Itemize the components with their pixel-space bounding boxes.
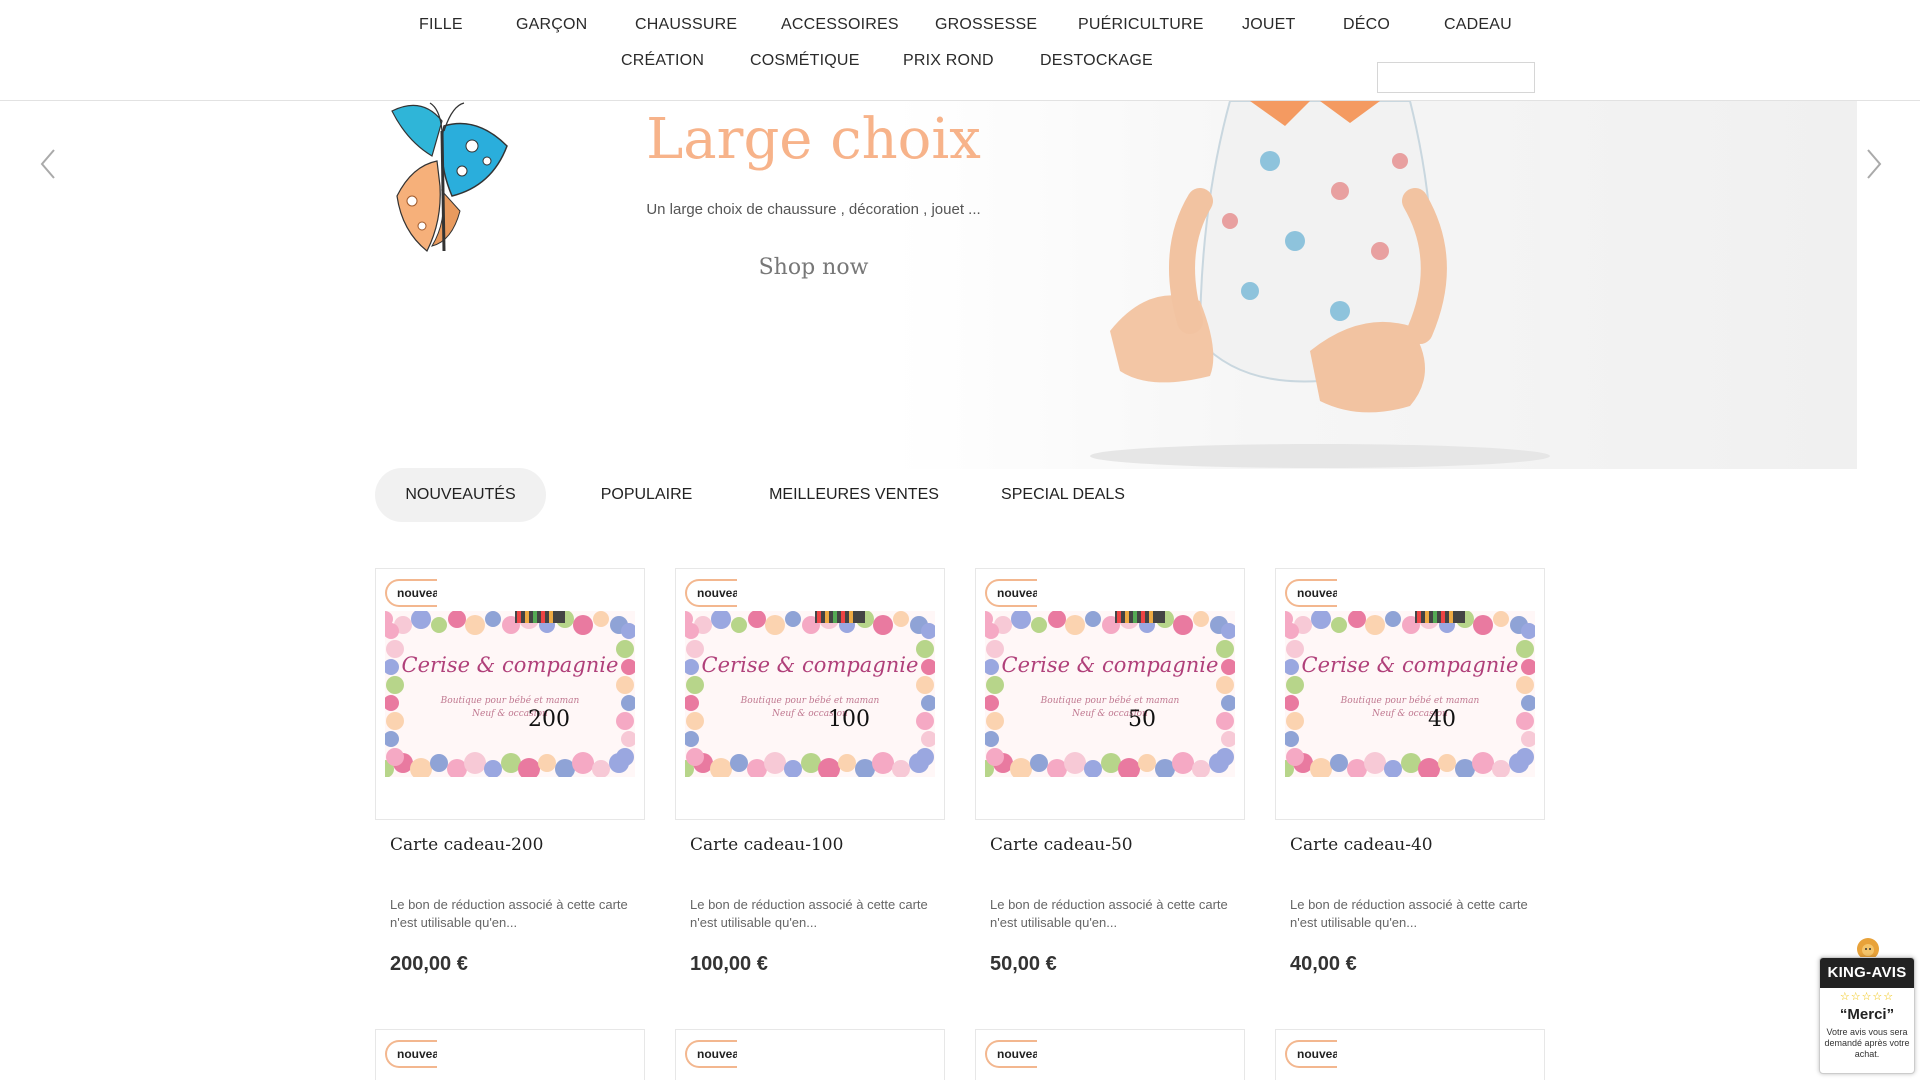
nav-item-jouet[interactable]: JOUET	[1242, 16, 1295, 34]
new-badge: nouveau	[685, 1040, 737, 1068]
gift-card-tagline-2: Neuf & occasion	[1072, 709, 1148, 719]
gift-card-amount: 100	[828, 707, 870, 732]
nav-item-destockage[interactable]: DESTOCKAGE	[1040, 52, 1153, 70]
gift-card-image: Cerise & compagnie Boutique pour bébé et…	[985, 611, 1235, 777]
tab-special-deals[interactable]: SPECIAL DEALS	[975, 468, 1151, 522]
product-card-row2-4[interactable]: nouveau	[1275, 1029, 1545, 1080]
nav-item-accessoires[interactable]: ACCESSOIRES	[781, 16, 899, 34]
floral-border-image	[985, 611, 1235, 777]
gift-card-tagline-2: Neuf & occasion	[772, 709, 848, 719]
hero-subtitle: Un large choix de chaussure , décoration…	[646, 201, 981, 218]
king-avis-widget[interactable]: KING-AVIS ☆☆☆☆☆ “Merci” Votre avis vous …	[1819, 957, 1915, 1074]
gift-card-image: Cerise & compagnie Boutique pour bébé et…	[685, 611, 935, 777]
new-badge: nouveau	[385, 579, 437, 607]
gift-card-image: Cerise & compagnie Boutique pour bébé et…	[385, 611, 635, 777]
gift-card-tagline: Boutique pour bébé et maman	[1340, 696, 1480, 706]
nav-item-cadeau[interactable]: CADEAU	[1444, 16, 1512, 34]
product-description: Le bon de réduction associé à cette cart…	[990, 897, 1228, 930]
nav-item-cosmetique[interactable]: COSMÉTIQUE	[750, 52, 860, 70]
new-badge: nouveau	[685, 579, 737, 607]
gift-card-tagline-2: Neuf & occasion	[1372, 709, 1448, 719]
gift-card-amount: 40	[1428, 707, 1456, 732]
new-badge: nouveau	[1285, 1040, 1337, 1068]
product-description: Le bon de réduction associé à cette cart…	[390, 897, 628, 930]
product-name[interactable]: Carte cadeau-100	[690, 835, 843, 855]
gift-card-tagline: Boutique pour bébé et maman	[1040, 696, 1180, 706]
product-card-row2-1[interactable]: nouveau	[375, 1029, 645, 1080]
new-badge: nouveau	[985, 579, 1037, 607]
rating-stars-icon: ☆☆☆☆☆	[1839, 991, 1895, 1003]
gift-card-amount: 50	[1128, 707, 1156, 732]
nav-item-chaussure[interactable]: CHAUSSURE	[635, 16, 737, 34]
new-badge: nouveau	[985, 1040, 1037, 1068]
gift-card-brand: Cerise & compagnie	[1001, 653, 1219, 677]
main-nav-row-1: FILLE GARÇON CHAUSSURE ACCESSOIRES GROSS…	[0, 16, 1920, 46]
product-price: 100,00 €	[690, 953, 768, 975]
chevron-left-icon[interactable]	[34, 144, 62, 184]
product-description: Le bon de réduction associé à cette cart…	[690, 897, 928, 930]
product-tabs: NOUVEAUTÉS POPULAIRE MEILLEURES VENTES S…	[375, 468, 1575, 522]
gift-card-image: Cerise & compagnie Boutique pour bébé et…	[1285, 611, 1535, 777]
floral-border-image	[685, 611, 935, 777]
chevron-right-icon[interactable]	[1860, 144, 1888, 184]
floral-border-image	[1285, 611, 1535, 777]
butterfly-illustration	[391, 102, 508, 252]
king-avis-text: Votre avis vous sera demandé après votre…	[1824, 1027, 1910, 1059]
king-avis-merci: “Merci”	[1839, 1006, 1895, 1023]
gift-card-brand: Cerise & compagnie	[401, 653, 619, 677]
nav-item-fille[interactable]: FILLE	[419, 16, 463, 34]
gift-card-brand: Cerise & compagnie	[701, 653, 919, 677]
gift-card-tagline: Boutique pour bébé et maman	[740, 696, 880, 706]
nav-item-deco[interactable]: DÉCO	[1343, 16, 1390, 34]
tab-nouveautes[interactable]: NOUVEAUTÉS	[375, 468, 546, 522]
nav-item-garcon[interactable]: GARÇON	[516, 16, 587, 34]
product-price: 200,00 €	[390, 953, 468, 975]
product-image[interactable]: Cerise & compagnie Boutique pour bébé et…	[1275, 568, 1545, 820]
product-description: Le bon de réduction associé à cette cart…	[1290, 897, 1528, 930]
product-card-row2-3[interactable]: nouveau	[975, 1029, 1245, 1080]
product-name[interactable]: Carte cadeau-200	[390, 835, 543, 855]
product-image[interactable]: Cerise & compagnie Boutique pour bébé et…	[375, 568, 645, 820]
product-card-row2-2[interactable]: nouveau	[675, 1029, 945, 1080]
product-price: 50,00 €	[990, 953, 1057, 975]
floral-border-image	[385, 611, 635, 777]
product-image[interactable]: Cerise & compagnie Boutique pour bébé et…	[975, 568, 1245, 820]
main-nav-row-2: CRÉATION COSMÉTIQUE PRIX ROND DESTOCKAGE	[0, 52, 1920, 82]
tab-populaire[interactable]: POPULAIRE	[575, 468, 718, 522]
new-badge: nouveau	[1285, 579, 1337, 607]
tab-meilleures-ventes[interactable]: MEILLEURES VENTES	[763, 468, 945, 522]
shop-now-button[interactable]: Shop now	[700, 255, 927, 280]
product-name[interactable]: Carte cadeau-40	[1290, 835, 1433, 855]
gift-card-tagline-2: Neuf & occasion	[472, 709, 548, 719]
gift-card-amount: 200	[528, 707, 570, 732]
hero-title: Large choix	[646, 107, 981, 172]
hero-slider: Large choix Un large choix de chaussure …	[0, 101, 1920, 469]
site-header: FILLE GARÇON CHAUSSURE ACCESSOIRES GROSS…	[0, 0, 1920, 101]
search-input[interactable]	[1377, 62, 1535, 93]
gift-card-brand: Cerise & compagnie	[1301, 653, 1519, 677]
new-badge: nouveau	[385, 1040, 437, 1068]
product-name[interactable]: Carte cadeau-50	[990, 835, 1133, 855]
child-photo	[1090, 101, 1550, 468]
gift-card-tagline: Boutique pour bébé et maman	[440, 696, 580, 706]
product-image[interactable]: Cerise & compagnie Boutique pour bébé et…	[675, 568, 945, 820]
product-price: 40,00 €	[1290, 953, 1357, 975]
nav-item-grossesse[interactable]: GROSSESSE	[935, 16, 1037, 34]
king-avis-brand: KING-AVIS	[1820, 958, 1914, 988]
nav-item-creation[interactable]: CRÉATION	[621, 52, 704, 70]
nav-item-prix-rond[interactable]: PRIX ROND	[903, 52, 994, 70]
nav-item-puericulture[interactable]: PUÉRICULTURE	[1078, 16, 1204, 34]
